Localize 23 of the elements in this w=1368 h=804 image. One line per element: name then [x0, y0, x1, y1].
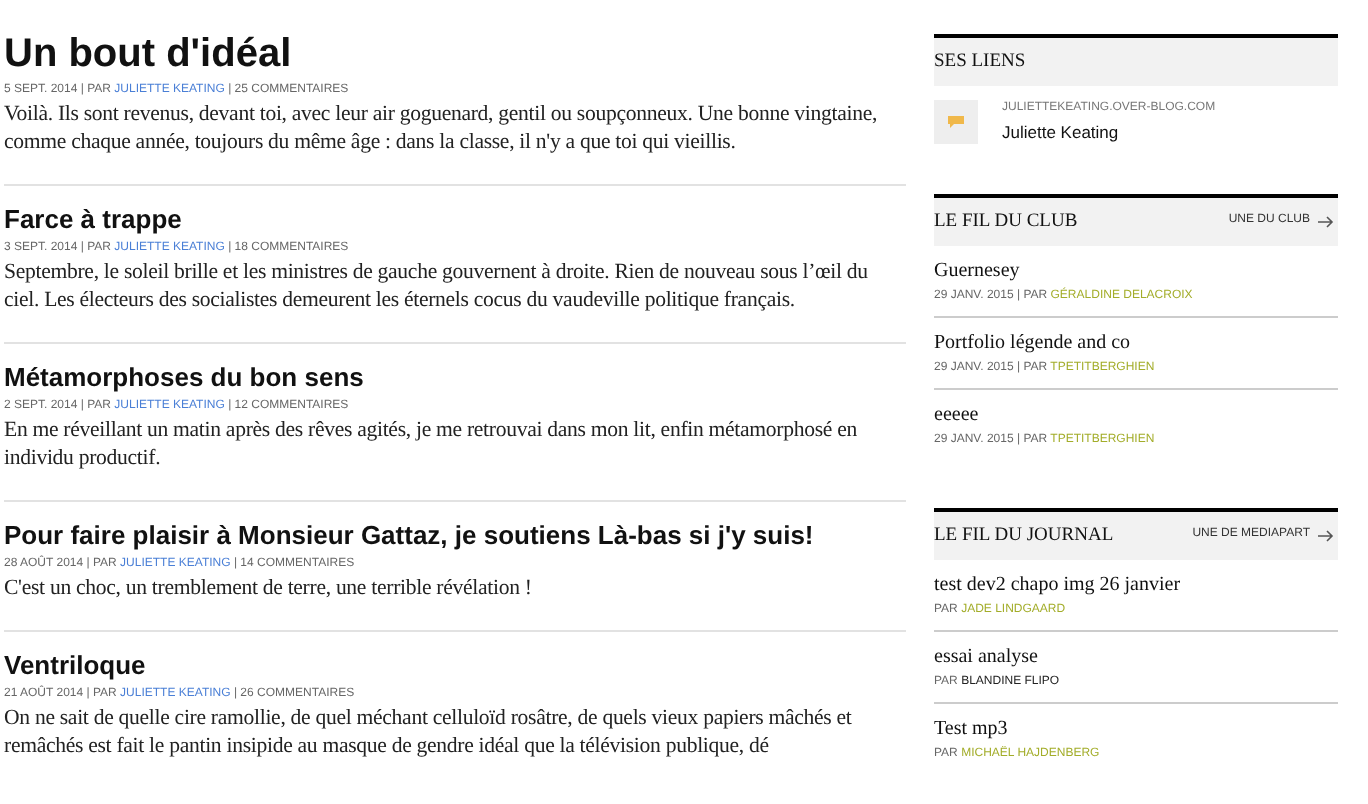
- post-title[interactable]: Un bout d'idéal: [4, 32, 906, 78]
- feed-item-title[interactable]: essai analyse: [934, 643, 1338, 670]
- post-excerpt: On ne sait de quelle cire ramollie, de quel méchant celluloïd rosâtre, de quels vieux papiers mâchés et remâchés est fait le pantin insipide au masque de gendre idéal que la télévision publique, dé: [4, 704, 854, 760]
- feed-item-title[interactable]: test dev2 chapo img 26 janvier: [934, 571, 1338, 598]
- link-name[interactable]: Juliette Keating: [1002, 120, 1216, 146]
- post-excerpt: C'est un choc, un tremblement de terre, une terrible révélation !: [4, 574, 534, 602]
- post-title[interactable]: Pour faire plaisir à Monsieur Gattaz, je soutiens Là-bas si j'y suis!: [4, 520, 906, 552]
- post-title[interactable]: Ventriloque: [4, 650, 906, 682]
- post-excerpt: En me réveillant un matin après des rêves agités, je me retrouvai dans mon lit, enfin métamorphosé en individu productif.: [4, 416, 859, 472]
- feed-item-title[interactable]: eeeee: [934, 401, 1338, 428]
- post-excerpt: Septembre, le soleil brille et les ministres de gauche gouvernent à droite. Rien de nouveau sous l’œil du ciel. Les électeurs des socialistes demeurent les éternels cocus du vaudeville politique français.: [4, 258, 870, 314]
- feed-item-title[interactable]: Guernesey: [934, 257, 1338, 284]
- section-title: LE FIL DU CLUB: [934, 209, 1078, 236]
- section-title: LE FIL DU JOURNAL: [934, 523, 1114, 550]
- feed-item-title[interactable]: Portfolio légende and co: [934, 329, 1338, 356]
- arrow-right-icon: [1318, 529, 1334, 542]
- arrow-right-icon: [1318, 215, 1334, 228]
- comment-icon: [934, 100, 978, 144]
- post-title[interactable]: Métamorphoses du bon sens: [4, 362, 906, 394]
- post-excerpt: Voilà. Ils sont revenus, devant toi, avec leur air goguenard, gentil ou soupçonneux. Une bonne vingtaine, comme chaque année, toujours du même âge : dans la classe, il n'y a que toi qui vieillis.: [4, 100, 880, 156]
- section-title: SES LIENS: [934, 49, 1026, 76]
- post-title[interactable]: Farce à trappe: [4, 204, 906, 236]
- feed-item-title[interactable]: Test mp3: [934, 715, 1338, 742]
